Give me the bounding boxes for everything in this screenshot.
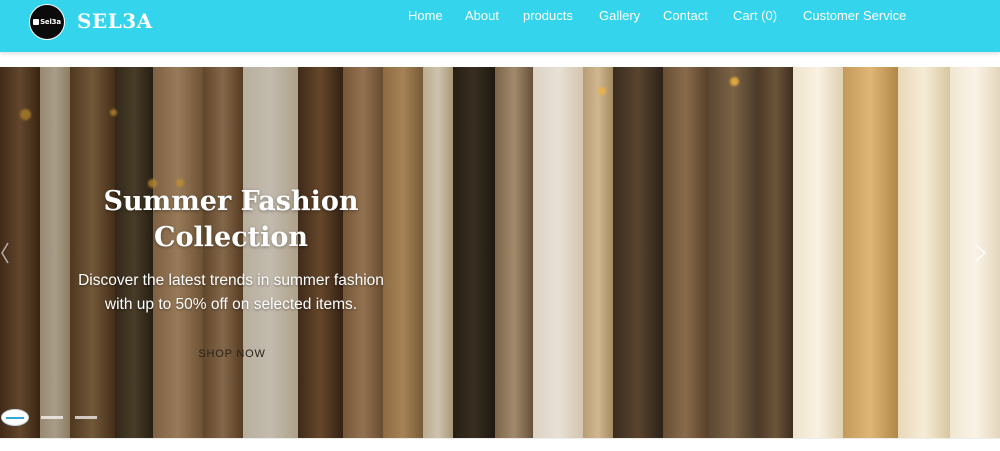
nav-customer-service[interactable]: Customer Service: [803, 8, 906, 23]
nav-about[interactable]: About: [465, 8, 499, 23]
chevron-right-icon: [975, 244, 987, 262]
nav-links: Home About products Gallery Contact Cart…: [0, 8, 1000, 26]
hero-title: Summer Fashion Collection: [90, 184, 372, 256]
nav-home[interactable]: Home: [408, 8, 443, 23]
nav-cart[interactable]: Cart (0): [733, 8, 777, 23]
nav-products[interactable]: products: [523, 8, 573, 23]
nav-contact[interactable]: Contact: [663, 8, 708, 23]
carousel-next-button[interactable]: [972, 239, 990, 267]
carousel-indicator-1[interactable]: [1, 409, 29, 426]
hero-subtitle-line-1: Discover the latest trends in summer fas…: [78, 272, 384, 289]
shop-now-button[interactable]: SHOP NOW: [192, 344, 272, 364]
hero-subtitle-line-2: with up to 50% off on selected items.: [104, 296, 358, 313]
hero-subtitle: Discover the latest trends in summer fas…: [45, 269, 417, 317]
hero-title-line-2: Collection: [154, 222, 308, 253]
hero-carousel: Summer Fashion Collection Discover the l…: [0, 67, 1000, 438]
carousel-indicator-3[interactable]: [75, 416, 97, 419]
hero-title-line-1: Summer Fashion: [103, 186, 359, 217]
carousel-indicators: [0, 407, 120, 429]
nav-gallery[interactable]: Gallery: [599, 8, 640, 23]
page-section-divider: [0, 438, 1000, 451]
top-navbar: Sel3a SEL3A Home About products Gallery …: [0, 0, 1000, 52]
carousel-indicator-2[interactable]: [41, 416, 63, 419]
chevron-left-icon: [1, 242, 9, 264]
carousel-prev-button[interactable]: [0, 239, 10, 267]
